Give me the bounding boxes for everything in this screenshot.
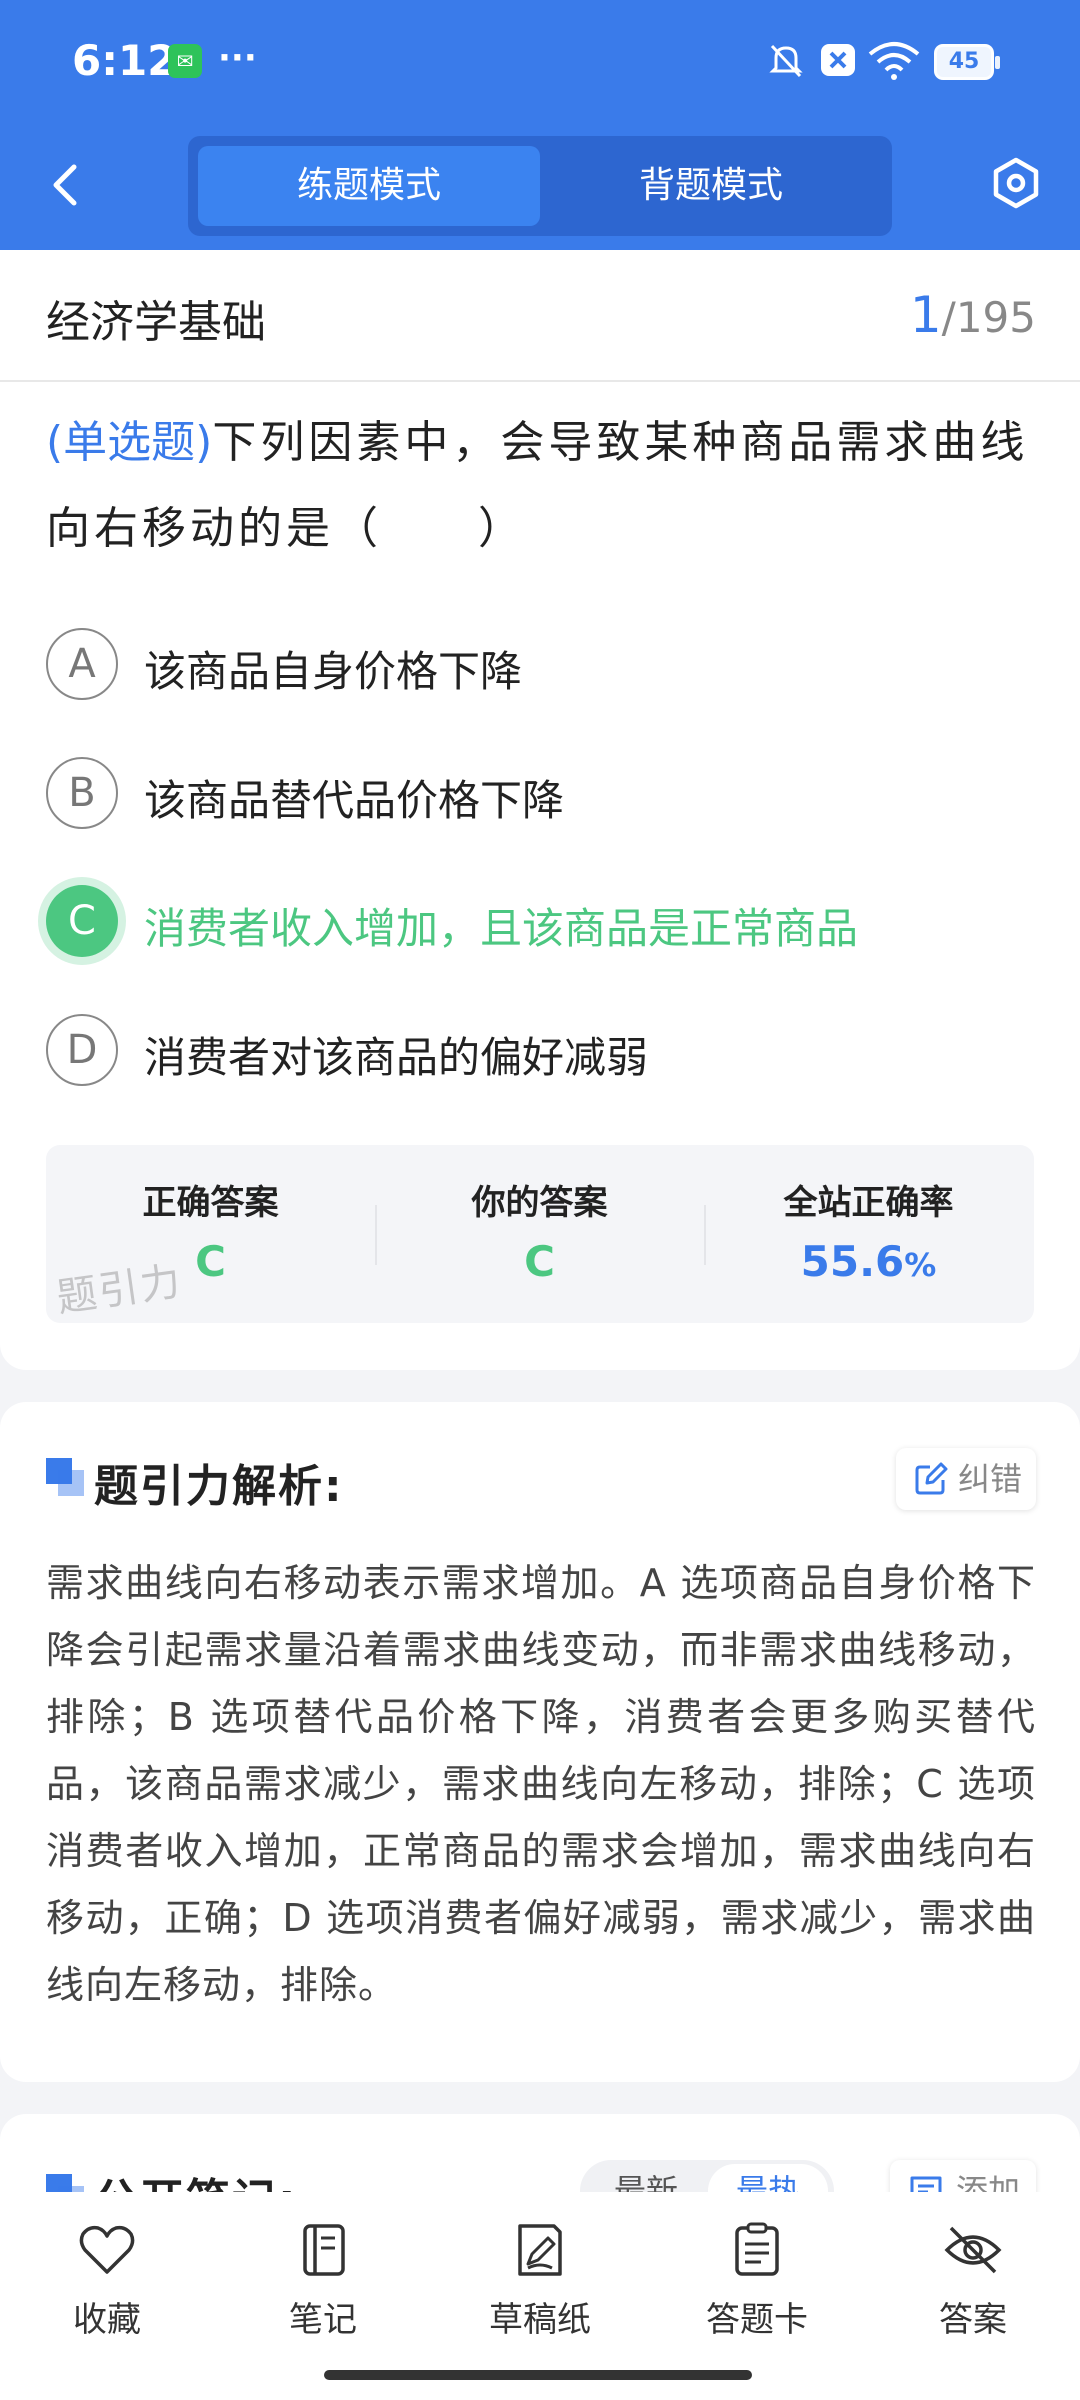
question-progress: 1/195: [910, 286, 1036, 344]
section-icon: [46, 1458, 86, 1498]
draft-paper-icon: [518, 2224, 562, 2276]
correction-button[interactable]: 纠错: [896, 1448, 1036, 1510]
more-notifications-icon: ···: [218, 38, 257, 78]
nav-answer[interactable]: 答案: [888, 2222, 1058, 2362]
site-accuracy-value: 55.6%: [704, 1237, 1033, 1286]
accuracy-unit: %: [904, 1246, 937, 1284]
your-answer-label: 你的答案: [471, 1183, 608, 1223]
analysis-title: 题引力解析:: [94, 1461, 344, 1512]
option-text: 该商品自身价格下降: [144, 647, 523, 696]
divider: [0, 380, 1080, 382]
nav-draft[interactable]: 草稿纸: [455, 2222, 625, 2362]
your-answer-stat: 你的答案 C: [375, 1145, 704, 1323]
option-d[interactable]: D 消费者对该商品的偏好减弱: [46, 1014, 1046, 1090]
option-c[interactable]: C 消费者收入增加，且该商品是正常商品: [46, 885, 1046, 961]
eye-off-icon: [944, 2226, 1002, 2274]
nav-label: 草稿纸: [489, 2300, 591, 2340]
option-letter: A: [46, 628, 118, 700]
total-questions: /195: [941, 293, 1036, 342]
answer-card-icon: [735, 2222, 779, 2276]
option-b[interactable]: B 该商品替代品价格下降: [46, 757, 1046, 833]
notebook-icon: [303, 2224, 345, 2276]
nav-label: 笔记: [289, 2300, 357, 2340]
nav-favorite[interactable]: 收藏: [22, 2222, 192, 2362]
option-letter: D: [46, 1014, 118, 1086]
nav-notes[interactable]: 笔记: [238, 2222, 408, 2362]
mode-switch: 练题模式 背题模式: [188, 136, 892, 236]
site-accuracy-stat: 全站正确率 55.6%: [704, 1145, 1033, 1323]
bottom-nav: 收藏 笔记 草稿纸 答题卡 答案: [0, 2192, 1080, 2400]
analysis-text: 需求曲线向右移动表示需求增加。A 选项商品自身价格下降会引起需求量沿着需求曲线变…: [46, 1561, 1036, 2007]
wechat-icon: ✉: [168, 44, 202, 78]
battery-icon: 45: [934, 44, 1000, 80]
tab-practice-mode[interactable]: 练题模式: [198, 146, 540, 226]
current-question-number: 1: [909, 286, 942, 344]
option-letter: C: [46, 885, 118, 957]
option-text: 该商品替代品价格下降: [144, 776, 565, 825]
site-accuracy-label: 全站正确率: [783, 1183, 954, 1223]
status-time: 6:12: [72, 36, 177, 85]
correct-answer-label: 正确答案: [142, 1183, 279, 1223]
option-text: 消费者收入增加，且该商品是正常商品: [144, 904, 859, 953]
tab-memorize-mode[interactable]: 背题模式: [540, 146, 882, 226]
subject-title: 经济学基础: [46, 297, 266, 348]
nav-answer-card[interactable]: 答题卡: [672, 2222, 842, 2362]
heart-icon: [79, 2225, 135, 2274]
edit-icon: [915, 1462, 948, 1495]
close-box-icon: [821, 44, 855, 76]
accuracy-number: 55.6: [800, 1237, 905, 1286]
top-header: 6:12 ✉ ··· 45 练题模式 背题模式: [0, 0, 1080, 250]
back-button[interactable]: [40, 155, 90, 215]
option-letter: B: [46, 757, 118, 829]
home-indicator[interactable]: [324, 2370, 752, 2380]
answer-stats: 正确答案 C 你的答案 C 全站正确率 55.6% 题引力: [46, 1145, 1034, 1323]
question-text: (单选题)下列因素中，会导致某种商品需求曲线向右移动的是（ ）: [46, 400, 1046, 572]
wifi-icon: [868, 42, 920, 80]
nav-label: 答题卡: [706, 2300, 808, 2340]
nav-label: 答案: [939, 2300, 1007, 2340]
nav-label: 收藏: [73, 2300, 141, 2340]
mute-icon: [769, 44, 803, 78]
analysis-card: 题引力解析: 纠错 需求曲线向右移动表示需求增加。A 选项商品自身价格下降会引起…: [0, 1402, 1080, 2082]
question-type: (单选题): [46, 417, 213, 468]
option-a[interactable]: A 该商品自身价格下降: [46, 628, 1046, 704]
question-card: 经济学基础 1/195 (单选题)下列因素中，会导致某种商品需求曲线向右移动的是…: [0, 250, 1080, 1370]
settings-button[interactable]: [988, 155, 1044, 211]
your-answer-value: C: [524, 1237, 555, 1286]
correction-label: 纠错: [958, 1460, 1023, 1498]
status-bar: 6:12 ✉ ··· 45: [0, 0, 1080, 125]
option-text: 消费者对该商品的偏好减弱: [144, 1033, 649, 1082]
